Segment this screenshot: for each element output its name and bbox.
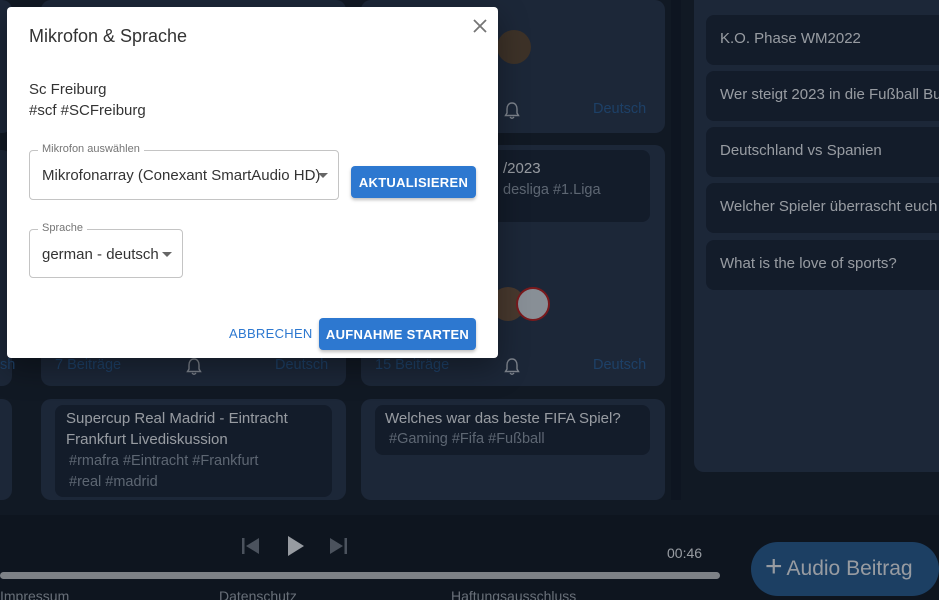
topic-tags: #scf #SCFreiburg <box>29 102 146 119</box>
dialog-title: Mikrofon & Sprache <box>29 26 188 46</box>
language-select-label: Sprache <box>38 222 87 234</box>
topic-name: Sc Freiburg <box>29 81 107 98</box>
cancel-button[interactable]: ABBRECHEN <box>229 326 313 341</box>
microphone-select-value: Mikrofonarray (Conexant SmartAudio HD) <box>42 167 321 184</box>
language-select-value: german - deutsch <box>42 246 159 263</box>
close-icon[interactable] <box>470 16 490 36</box>
chevron-down-icon <box>318 173 328 178</box>
mic-language-dialog: Mikrofon & Sprache Sc Freiburg #scf #SCF… <box>7 7 498 358</box>
refresh-button[interactable]: AKTUALISIEREN <box>351 166 476 198</box>
microphone-select-label: Mikrofon auswählen <box>38 143 144 155</box>
chevron-down-icon <box>162 252 172 257</box>
start-recording-button[interactable]: AUFNAHME STARTEN <box>319 318 476 350</box>
microphone-select[interactable]: Mikrofon auswählen Mikrofonarray (Conexa… <box>29 143 339 200</box>
language-select[interactable]: Sprache german - deutsch <box>29 222 183 278</box>
